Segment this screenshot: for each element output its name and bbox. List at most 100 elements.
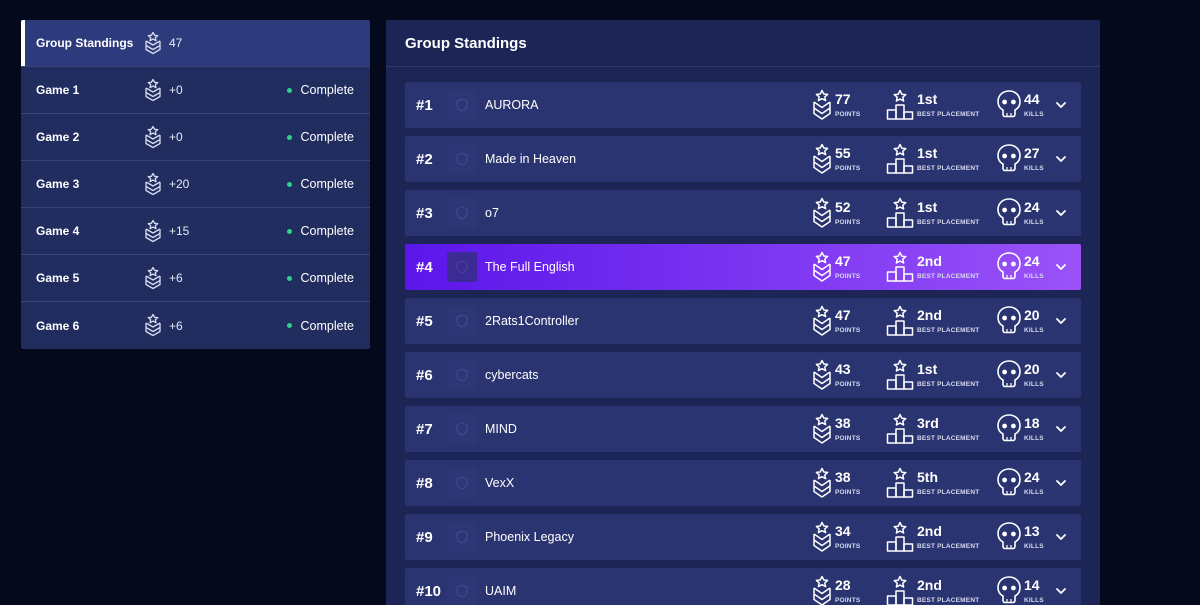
kills-value: 20 [1024,361,1040,377]
chevron-down-icon[interactable] [1055,208,1067,218]
points-value: 52 [835,199,851,215]
points-label: POINTS [835,597,861,604]
placement-label: BEST PLACEMENT [917,381,980,388]
skull-icon [997,306,1021,334]
points-value: 28 [835,577,851,593]
chevron-down-icon[interactable] [1055,262,1067,272]
team-logo [447,468,477,498]
points-value: 47 [835,253,851,269]
sidebar-item-game-3[interactable]: Game 3 +20 Complete [21,161,370,208]
kills-value: 18 [1024,415,1040,431]
skull-icon [997,252,1021,280]
status-badge: Complete [286,83,354,97]
kills-value: 13 [1024,523,1040,539]
standings-panel: Group Standings #1 AURORA 77 POINTS 1st … [386,20,1100,605]
chevron-badge-icon [145,219,161,243]
shield-icon [456,476,468,490]
standings-row[interactable]: #6 cybercats 43 POINTS 1st BEST PLACEMEN… [405,352,1081,398]
placement-value: 3rd [917,415,939,431]
sidebar-item-game-1[interactable]: Game 1 +0 Complete [21,67,370,114]
chevron-down-icon[interactable] [1055,154,1067,164]
standings-row[interactable]: #3 o7 52 POINTS 1st BEST PLACEMENT 24 KI… [405,190,1081,236]
points-label: POINTS [835,381,861,388]
team-rank: #7 [416,421,433,438]
kills-value: 20 [1024,307,1040,323]
sidebar-item-game-4[interactable]: Game 4 +15 Complete [21,208,370,255]
team-rank: #4 [416,259,433,276]
chevron-down-icon[interactable] [1055,316,1067,326]
chevron-down-icon[interactable] [1055,100,1067,110]
status-badge: Complete [286,177,355,191]
chevron-badge-icon [813,359,831,390]
sidebar-item-points: +0 [169,83,183,97]
sidebar-item-game-6[interactable]: Game 6 +6 Complete [21,302,370,349]
sidebar-item-points: +0 [169,130,183,144]
status-text: Complete [300,318,355,333]
standings-row[interactable]: #2 Made in Heaven 55 POINTS 1st BEST PLA… [405,136,1081,182]
placement-label: BEST PLACEMENT [917,489,980,496]
kills-label: KILLS [1024,597,1044,604]
team-logo [447,90,477,120]
standings-row[interactable]: #9 Phoenix Legacy 34 POINTS 2nd BEST PLA… [405,514,1081,560]
points-value: 43 [835,361,851,377]
chevron-badge-icon [145,78,161,102]
sidebar-item-label: Game 4 [36,224,80,238]
team-logo [447,144,477,174]
status-text: Complete [300,177,355,191]
kills-label: KILLS [1024,165,1044,172]
team-logo [447,252,477,282]
standings-row[interactable]: #1 AURORA 77 POINTS 1st BEST PLACEMENT 4… [405,82,1081,128]
chevron-down-icon[interactable] [1055,370,1067,380]
chevron-down-icon[interactable] [1055,532,1067,542]
kills-value: 27 [1024,145,1040,161]
status-text: Complete [300,271,355,285]
standings-row[interactable]: #10 UAIM 28 POINTS 2nd BEST PLACEMENT 14… [405,568,1081,605]
chevron-badge-icon [813,575,831,605]
shield-icon [456,422,468,436]
shield-icon [456,530,468,544]
status-dot [286,87,292,93]
skull-icon [997,414,1021,442]
chevron-down-icon[interactable] [1055,424,1067,434]
chevron-down-icon[interactable] [1055,586,1067,596]
standings-row[interactable]: #7 MIND 38 POINTS 3rd BEST PLACEMENT 18 … [405,406,1081,452]
team-name: Made in Heaven [485,152,577,166]
chevron-down-icon[interactable] [1055,478,1067,488]
sidebar-item-game-2[interactable]: Game 2 +0 Complete [21,114,370,161]
points-value: 77 [835,91,851,107]
chevron-badge-icon [813,467,831,498]
team-name: Phoenix Legacy [485,530,574,544]
team-logo [447,576,477,605]
placement-label: BEST PLACEMENT [917,219,980,226]
sidebar-item-game-5[interactable]: Game 5 +6 Complete [21,255,370,302]
points-label: POINTS [835,273,861,280]
skull-icon [997,468,1021,496]
team-rank: #3 [416,205,433,222]
team-name: cybercats [485,368,539,382]
team-rank: #9 [416,529,433,546]
sidebar-item-group-standings[interactable]: Group Standings 47 [21,20,370,67]
panel-header: Group Standings [386,20,1100,67]
team-rank: #6 [416,367,433,384]
podium-star-icon [886,359,914,390]
standings-row[interactable]: #4 The Full English 47 POINTS 2nd BEST P… [405,244,1081,290]
standings-row[interactable]: #5 2Rats1Controller 47 POINTS 2nd BEST P… [405,298,1081,344]
team-name: VexX [485,476,515,490]
kills-value: 24 [1024,469,1040,485]
placement-label: BEST PLACEMENT [917,327,980,334]
team-rank: #8 [416,475,433,492]
placement-value: 1st [917,145,938,161]
placement-label: BEST PLACEMENT [917,273,980,280]
kills-value: 14 [1024,577,1040,593]
kills-label: KILLS [1024,219,1044,226]
chevron-badge-icon [145,125,161,149]
page-title: Group Standings [405,34,527,52]
points-label: POINTS [835,165,861,172]
points-value: 55 [835,145,851,161]
skull-icon [997,522,1021,550]
chevron-badge-icon [813,197,831,228]
standings-row[interactable]: #8 VexX 38 POINTS 5th BEST PLACEMENT 24 … [405,460,1081,506]
team-logo [447,414,477,444]
skull-icon [997,198,1021,226]
chevron-badge-icon [813,413,831,444]
